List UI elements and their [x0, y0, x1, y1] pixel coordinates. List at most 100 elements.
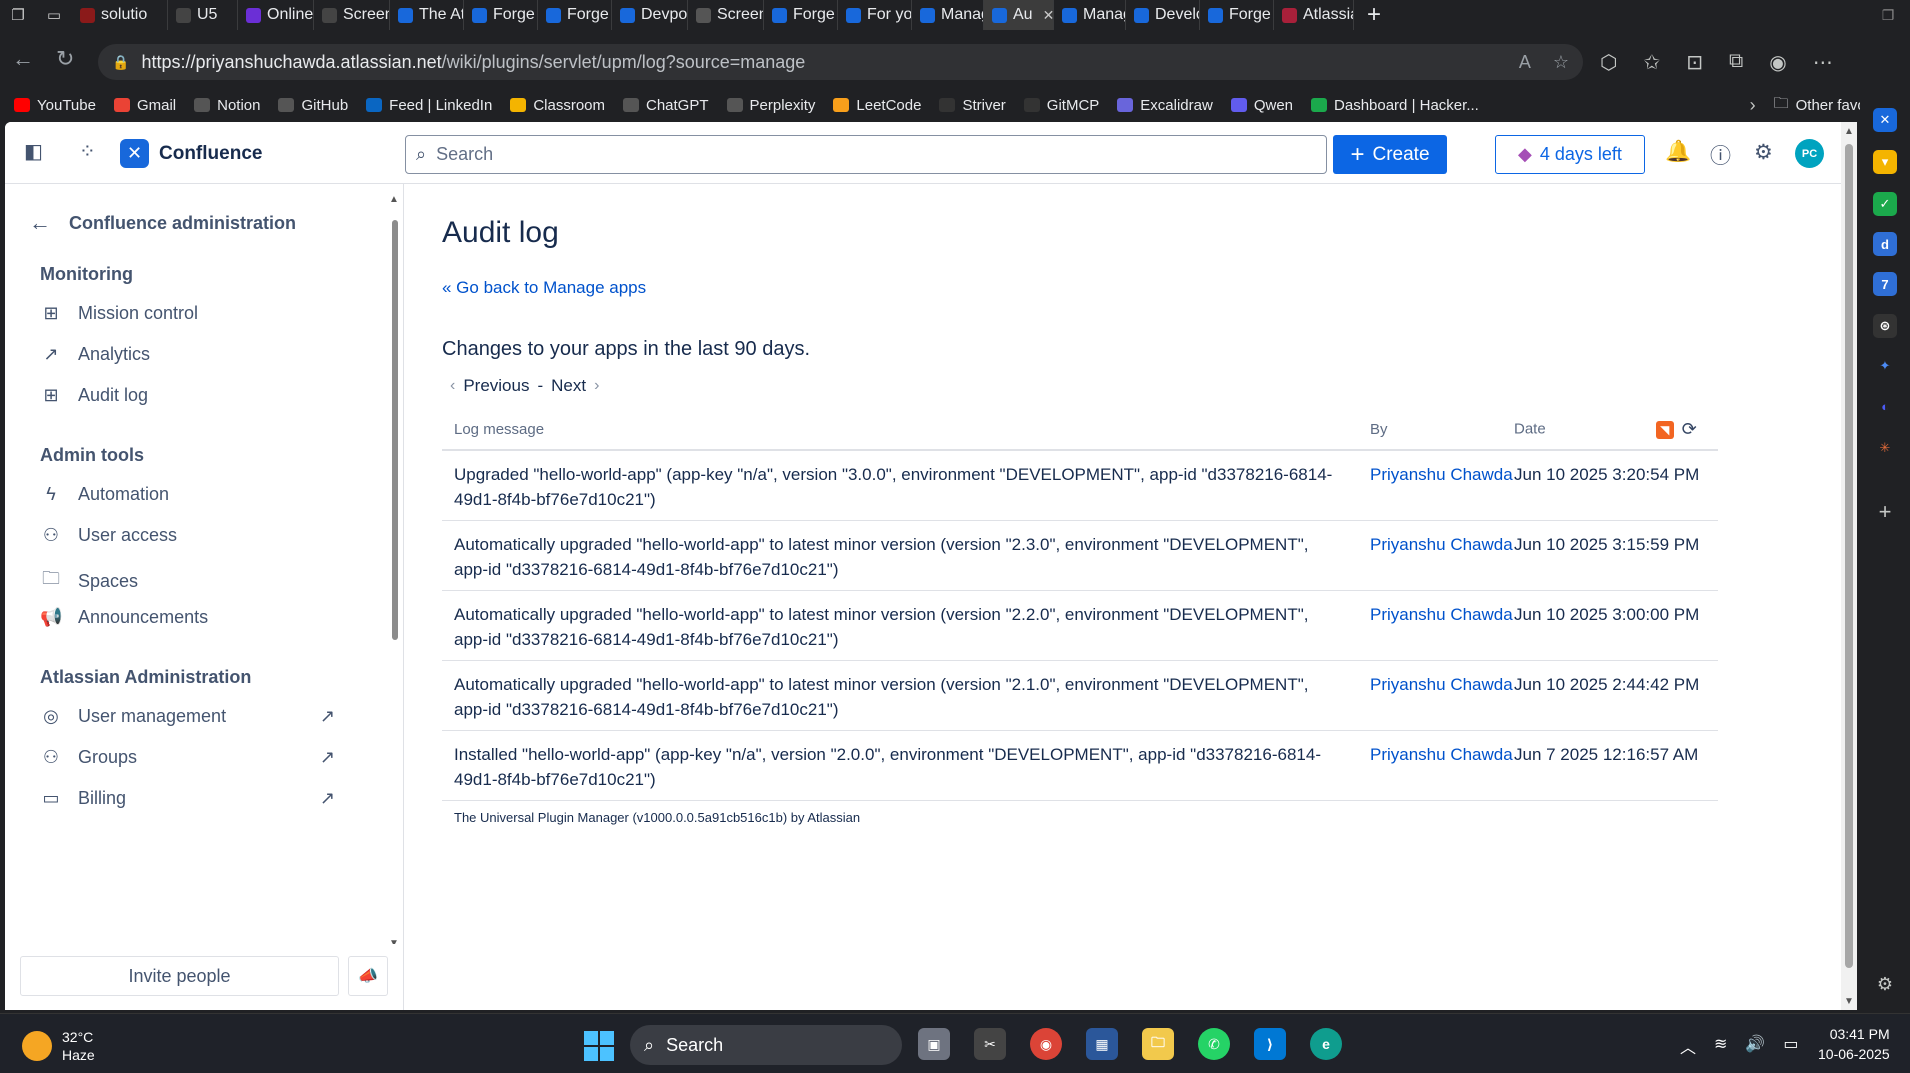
read-aloud-icon[interactable]: A [1519, 52, 1531, 73]
bookmark-item[interactable]: GitMCP [1023, 97, 1099, 114]
task-view-icon[interactable]: ▣ [918, 1028, 950, 1060]
browser-tab[interactable]: The At [390, 0, 464, 30]
battery-icon[interactable]: ▭ [1783, 1034, 1798, 1058]
create-button[interactable]: + Create [1333, 135, 1447, 174]
vscode-icon[interactable]: ⟩ [1254, 1028, 1286, 1060]
address-bar[interactable]: 🔒 https://priyanshuchawda.atlassian.net/… [98, 44, 1583, 80]
browser-tab[interactable]: Au ✕ [984, 0, 1054, 30]
bookmark-item[interactable]: Gmail [113, 97, 176, 114]
page-scroll-down-icon[interactable]: ▼ [1844, 996, 1854, 1007]
back-arrow-icon[interactable]: ← [12, 46, 34, 72]
refresh-icon[interactable]: ⟳ [1682, 419, 1697, 440]
browser-tab[interactable]: For you [838, 0, 912, 30]
chatgpt-app-icon[interactable]: ⊛ [1873, 314, 1897, 338]
asterisk-app-icon[interactable]: ✳ [1873, 436, 1897, 460]
bookmark-item[interactable]: YouTube [14, 97, 96, 114]
wifi-icon[interactable]: ≋ [1714, 1034, 1727, 1058]
store-icon[interactable]: ▦ [1086, 1028, 1118, 1060]
notifications-bell-icon[interactable]: 🔔 [1665, 140, 1691, 164]
trophy-app-icon[interactable]: ▾ [1873, 150, 1897, 174]
help-icon[interactable]: ⓘ [1710, 140, 1731, 170]
bookmark-item[interactable]: Qwen [1230, 97, 1293, 114]
browser-tab[interactable]: Screen [314, 0, 390, 30]
sidebar-item[interactable]: 🗀 Spaces [40, 566, 340, 596]
taskbar-search[interactable]: ⌕ Search [630, 1025, 902, 1065]
collections-icon[interactable]: ⧉ [1729, 50, 1743, 75]
more-bookmarks-chevron-icon[interactable]: › [1750, 95, 1756, 116]
extensions-icon[interactable]: ⬡ [1600, 50, 1617, 75]
sidebar-item[interactable]: ⊞ Mission control [40, 303, 340, 324]
scroll-up-icon[interactable]: ▲ [389, 194, 399, 205]
avatar[interactable]: PC [1795, 139, 1824, 168]
bookmark-item[interactable]: ChatGPT [623, 97, 709, 114]
calendar-app-icon[interactable]: 7 [1873, 272, 1897, 296]
browser-tab[interactable]: Devpo [612, 0, 688, 30]
previous-link[interactable]: Previous [463, 376, 529, 396]
sidebar-item[interactable]: ϟ Automation [40, 484, 340, 505]
browser-tab[interactable]: U5 [168, 0, 238, 30]
file-explorer-icon[interactable]: 🗀 [1142, 1028, 1174, 1060]
browser-tab[interactable]: Manag [1054, 0, 1126, 30]
rss-feed-icon[interactable]: ◥ [1655, 420, 1674, 439]
sidebar-item[interactable]: ⚇ User access [40, 525, 340, 546]
sidebar-toggle-icon[interactable]: ◧ [24, 142, 43, 162]
d-app-icon[interactable]: d [1873, 232, 1897, 256]
bookmark-item[interactable]: Perplexity [726, 97, 815, 114]
browser-tab[interactable]: Forge [464, 0, 538, 30]
restore-window-icon[interactable]: ❐ [1866, 7, 1910, 24]
reload-icon[interactable]: ↻ [56, 46, 74, 72]
back-to-manage-apps-link[interactable]: « Go back to Manage apps [442, 278, 646, 298]
sidebar-item[interactable]: ▭ Billing ↗ [40, 788, 340, 809]
weather-widget[interactable]: 32°C Haze [22, 1028, 95, 1064]
page-scrollbar[interactable]: ▲ ▼ [1841, 122, 1857, 1010]
author-link[interactable]: Priyanshu Chawda [1370, 660, 1514, 731]
settings-gear-icon[interactable]: ⚙ [1754, 140, 1773, 165]
browser-tab[interactable]: Forge [1200, 0, 1274, 30]
chevron-up-icon[interactable]: ︿ [1680, 1034, 1696, 1058]
edge-icon[interactable]: e [1310, 1028, 1342, 1060]
bookmark-item[interactable]: LeetCode [833, 97, 921, 114]
add-sidebar-app-icon[interactable]: + [1873, 499, 1897, 524]
sidebar-scroll-thumb[interactable] [392, 220, 398, 640]
bookmark-item[interactable]: GitHub [278, 97, 348, 114]
author-link[interactable]: Priyanshu Chawda [1370, 730, 1514, 801]
invite-people-button[interactable]: Invite people [20, 956, 339, 996]
browser-tab[interactable]: Forge [764, 0, 838, 30]
sidebar-item[interactable]: ↗ Analytics [40, 344, 340, 365]
browser-tab[interactable]: Online [238, 0, 314, 30]
new-tab-button[interactable]: + [1354, 1, 1394, 29]
sidebar-item[interactable]: ◎ User management ↗ [40, 706, 340, 727]
url-text[interactable]: https://priyanshuchawda.atlassian.net/wi… [141, 52, 805, 73]
tab-actions-icon[interactable]: ▭ [36, 0, 72, 30]
bookmark-item[interactable]: Dashboard | Hacker... [1311, 97, 1479, 114]
favorite-star-icon[interactable]: ☆ [1553, 52, 1569, 73]
confluence-app-icon[interactable]: ✕ [1873, 108, 1897, 132]
favorites-icon[interactable]: ✩ [1643, 50, 1660, 75]
sidebar-item[interactable]: 📢 Announcements [40, 607, 340, 628]
back-to-admin-link[interactable]: ← Confluence administration [29, 210, 296, 236]
chrome-icon[interactable]: ◉ [1030, 1028, 1062, 1060]
more-menu-icon[interactable]: ⋯ [1813, 50, 1833, 75]
sidebar-item[interactable]: ⚇ Groups ↗ [40, 747, 340, 768]
feedback-megaphone-icon[interactable]: 📣 [348, 956, 388, 996]
author-link[interactable]: Priyanshu Chawda [1370, 590, 1514, 661]
browser-tab[interactable]: Develo [1126, 0, 1200, 30]
author-link[interactable]: Priyanshu Chawda [1370, 520, 1514, 591]
page-scroll-up-icon[interactable]: ▲ [1844, 126, 1854, 137]
copilot-app-icon[interactable]: ◐ [1873, 394, 1897, 418]
browser-tab[interactable]: solutio [72, 0, 168, 30]
confluence-logo[interactable]: ✕ Confluence [120, 139, 262, 168]
page-scroll-thumb[interactable] [1845, 144, 1853, 968]
trial-button[interactable]: ◆ 4 days left [1495, 135, 1645, 174]
checkmark-app-icon[interactable]: ✓ [1873, 192, 1897, 216]
browser-tab[interactable]: Manag [912, 0, 984, 30]
whatsapp-icon[interactable]: ✆ [1198, 1028, 1230, 1060]
bookmark-item[interactable]: Striver [939, 97, 1006, 114]
app-switcher-icon[interactable]: ⁘ [79, 142, 96, 162]
workspaces-icon[interactable]: ❐ [0, 0, 36, 30]
browser-tab[interactable]: Screen [688, 0, 764, 30]
browser-tab[interactable]: Atlassia [1274, 0, 1354, 30]
sparkle-app-icon[interactable]: ✦ [1873, 354, 1897, 378]
close-tab-icon[interactable]: ✕ [1043, 7, 1053, 24]
profile-icon[interactable]: ◉ [1769, 50, 1786, 75]
